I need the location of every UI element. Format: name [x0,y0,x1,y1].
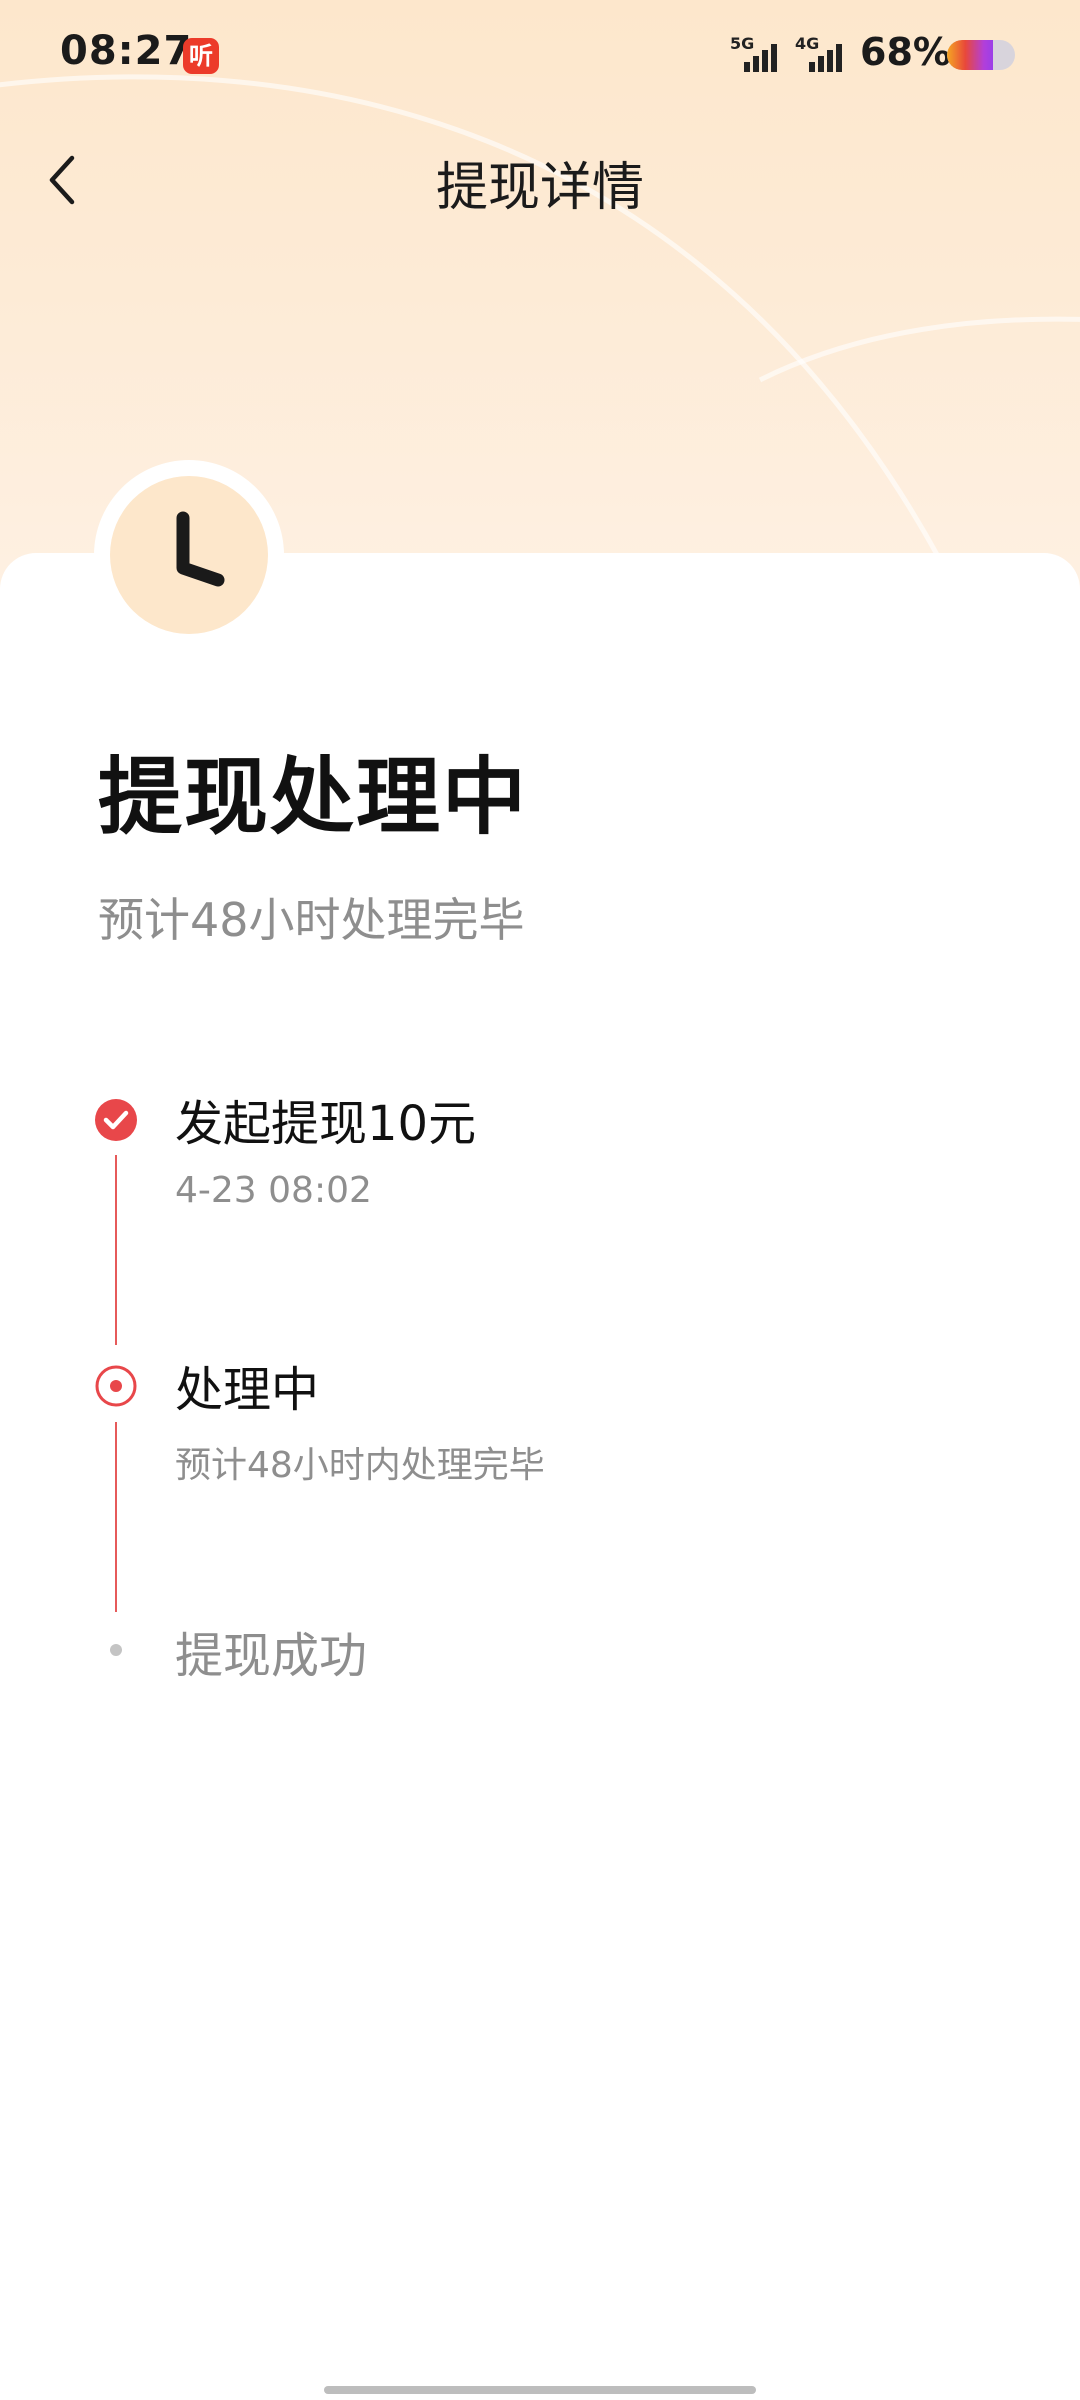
current-step-icon [95,1365,137,1407]
battery-level-fill [947,40,994,70]
battery-percentage: 68% [860,30,951,74]
app-notification-icon: 听 [183,38,219,74]
pending-dot-icon [110,1644,122,1656]
status-title: 提现处理中 [98,748,529,846]
timeline-step-title: 处理中 [175,1362,320,1418]
check-circle-icon [95,1099,137,1141]
timeline-connector [115,1422,117,1612]
timeline-step-time: 4-23 08:02 [175,1170,372,1211]
home-indicator[interactable] [324,2386,756,2394]
timeline-connector [115,1155,117,1345]
status-time: 08:27 [60,28,193,74]
screen: 08:27 听 5G 4G 68% 提现详情 提现处理中 预计48小时处理完毕 … [0,0,1080,2400]
status-icon-badge [110,476,268,634]
page-title: 提现详情 [435,158,644,218]
status-bar: 08:27 听 5G 4G 68% [0,0,1080,110]
timeline-step-description: 预计48小时内处理完毕 [175,1445,545,1486]
timeline-step-title: 发起提现10元 [175,1096,477,1152]
clock-icon [176,511,225,587]
status-subtitle: 预计48小时处理完毕 [98,893,525,947]
timeline-step-title: 提现成功 [175,1628,368,1684]
battery-icon [947,40,1015,70]
